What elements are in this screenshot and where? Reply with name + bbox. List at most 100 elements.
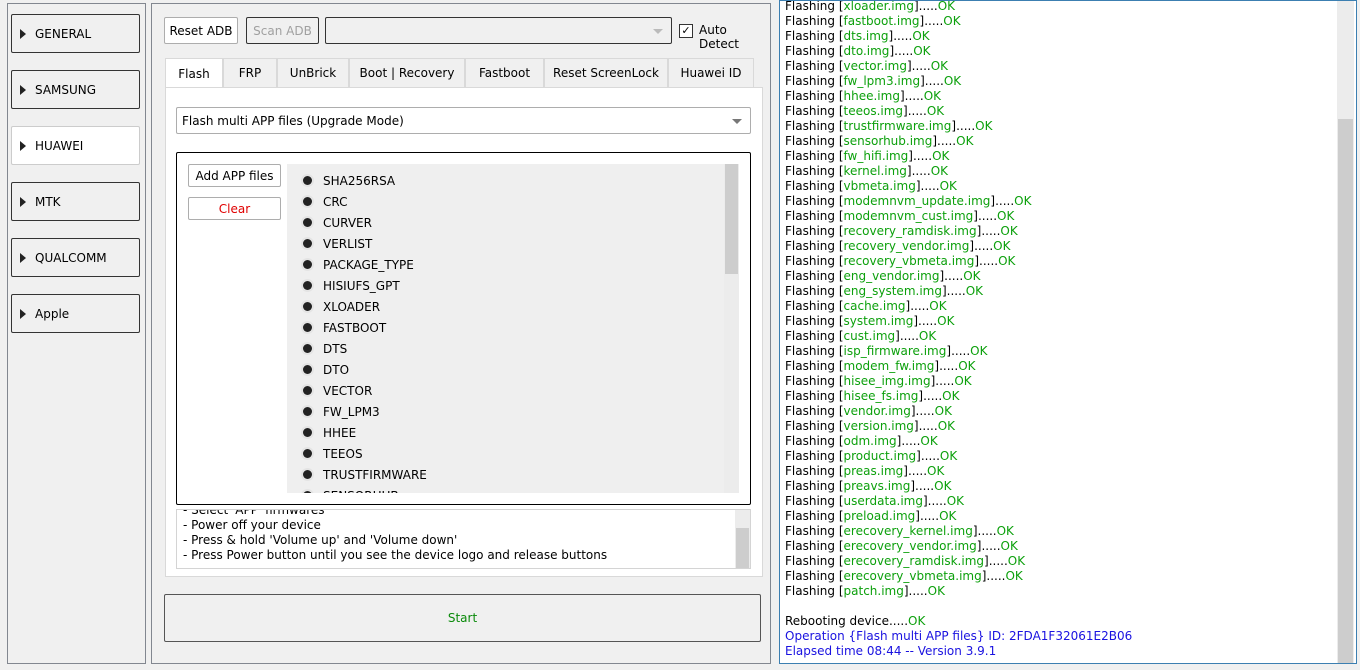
partition-label: VECTOR — [323, 383, 373, 398]
log-line: Flashing [isp_firmware.img].....OK — [785, 344, 988, 358]
scrollbar-thumb[interactable] — [1338, 119, 1353, 663]
partition-item[interactable]: SHA256RSA — [287, 170, 739, 191]
tab-unbrick[interactable]: UnBrick — [277, 58, 349, 87]
port-select[interactable] — [325, 17, 672, 44]
instructions-scrollbar[interactable] — [735, 510, 750, 568]
sidebar-item-label: HUAWEI — [35, 138, 84, 153]
log-filename: hisee_img.img — [843, 374, 931, 388]
scrollbar-thumb[interactable] — [736, 528, 749, 568]
partition-item[interactable]: TRUSTFIRMWARE — [287, 464, 739, 485]
sidebar-item-general[interactable]: GENERAL — [11, 14, 140, 53]
log-line: Flashing [recovery_ramdisk.img].....OK — [785, 224, 1018, 238]
log-status: OK — [939, 179, 957, 193]
log-filename: sensorhub.img — [843, 134, 933, 148]
partition-item[interactable]: VERLIST — [287, 233, 739, 254]
clear-button[interactable]: Clear — [188, 197, 281, 220]
log-filename: isp_firmware.img — [843, 344, 947, 358]
log-dots: ..... — [908, 584, 928, 598]
log-line: Flashing [dts.img].....OK — [785, 29, 930, 43]
tab-flash[interactable]: Flash — [165, 58, 223, 89]
caret-right-icon — [20, 308, 26, 319]
partition-item[interactable]: SENSORHUB — [287, 485, 739, 493]
log-operation-line: Operation {Flash multi APP files} ID: 2F… — [785, 629, 1133, 643]
instruction-line: - Power off your device — [183, 518, 321, 532]
partition-item[interactable]: VECTOR — [287, 380, 739, 401]
log-line: Flashing [fw_hifi.img].....OK — [785, 149, 950, 163]
log-prefix: Flashing — [785, 209, 839, 223]
log-status: OK — [946, 494, 965, 508]
log-prefix: Flashing — [785, 29, 839, 43]
log-dots: ..... — [977, 524, 997, 538]
auto-detect-checkbox[interactable]: ✓ — [679, 24, 693, 38]
partition-item[interactable]: XLOADER — [287, 296, 739, 317]
log-filename: cust.img — [843, 329, 896, 343]
partition-item[interactable]: DTO — [287, 359, 739, 380]
tab-huawei-id[interactable]: Huawei ID — [668, 58, 754, 87]
instruction-line: - Press & hold 'Volume up' and 'Volume d… — [183, 533, 458, 547]
start-button[interactable]: Start — [164, 594, 761, 642]
log-filename: recovery_vbmeta.img — [843, 254, 975, 268]
radio-icon — [303, 239, 312, 248]
log-status: OK — [937, 0, 956, 13]
brand-sidebar: GENERAL SAMSUNG HUAWEI MTK QUALCOMM Apple — [7, 3, 146, 664]
partition-item[interactable]: TEEOS — [287, 443, 739, 464]
sidebar-item-qualcomm[interactable]: QUALCOMM — [11, 238, 140, 277]
radio-icon — [303, 470, 312, 479]
reset-adb-button[interactable]: Reset ADB — [164, 17, 238, 44]
log-line: Flashing [product.img].....OK — [785, 449, 958, 463]
log-status: OK — [1000, 539, 1018, 553]
partition-item[interactable]: HISIUFS_GPT — [287, 275, 739, 296]
log-dots: ..... — [918, 0, 938, 13]
log-prefix: Flashing — [785, 524, 839, 538]
flash-mode-select[interactable]: Flash multi APP files (Upgrade Mode) — [176, 107, 751, 134]
log-dots: ..... — [920, 179, 940, 193]
log-line: Flashing [sensorhub.img].....OK — [785, 134, 974, 148]
scan-adb-button[interactable]: Scan ADB — [246, 17, 319, 44]
partition-item[interactable]: CURVER — [287, 212, 739, 233]
partition-item[interactable]: DTS — [287, 338, 739, 359]
log-prefix: Flashing — [785, 89, 839, 103]
log-prefix: Flashing — [785, 509, 839, 523]
partition-item[interactable]: CRC — [287, 191, 739, 212]
log-line: Flashing [eng_system.img].....OK — [785, 284, 984, 298]
tab-frp[interactable]: FRP — [223, 58, 277, 87]
log-line: Flashing [hisee_fs.img].....OK — [785, 389, 960, 403]
partition-label: DTO — [323, 362, 350, 377]
log-scrollbar[interactable] — [1337, 1, 1354, 663]
tab-fastboot[interactable]: Fastboot — [465, 58, 544, 87]
radio-icon — [303, 386, 312, 395]
log-prefix: Flashing — [785, 374, 839, 388]
partition-item[interactable]: PACKAGE_TYPE — [287, 254, 739, 275]
partition-label: HISIUFS_GPT — [323, 278, 400, 293]
sidebar-item-mtk[interactable]: MTK — [11, 182, 140, 221]
log-line: Flashing [vendor.img].....OK — [785, 404, 952, 418]
log-line: Flashing [kernel.img].....OK — [785, 164, 949, 178]
tab-reset-screenlock[interactable]: Reset ScreenLock — [544, 58, 668, 87]
sidebar-item-huawei[interactable]: HUAWEI — [11, 126, 140, 165]
log-line: Flashing [erecovery_vbmeta.img].....OK — [785, 569, 1023, 583]
instructions-box: - Select 'APP' firmwares - Power off you… — [176, 509, 751, 569]
add-app-files-button[interactable]: Add APP files — [188, 164, 281, 187]
log-status: OK — [958, 359, 976, 373]
log-dots: ..... — [907, 104, 927, 118]
log-line: Flashing [version.img].....OK — [785, 419, 956, 433]
log-line: Flashing [fastboot.img].....OK — [785, 14, 961, 28]
log-status: OK — [963, 269, 981, 283]
log-prefix: Flashing — [785, 449, 839, 463]
sidebar-item-apple[interactable]: Apple — [11, 294, 140, 333]
tab-boot-recovery[interactable]: Boot | Recovery — [349, 58, 465, 87]
log-line: Flashing [erecovery_ramdisk.img].....OK — [785, 554, 1026, 568]
scrollbar-thumb[interactable] — [725, 164, 738, 274]
log-status: OK — [912, 29, 930, 43]
log-filename: eng_vendor.img — [843, 269, 940, 283]
log-line: Flashing [patch.img].....OK — [785, 584, 945, 598]
log-line: Flashing [modemnvm_update.img].....OK — [785, 194, 1032, 208]
partition-item[interactable]: FASTBOOT — [287, 317, 739, 338]
log-line: Flashing [hhee.img].....OK — [785, 89, 942, 103]
log-filename: erecovery_vbmeta.img — [843, 569, 982, 583]
partition-item[interactable]: FW_LPM3 — [287, 401, 739, 422]
partition-item[interactable]: HHEE — [287, 422, 739, 443]
sidebar-item-samsung[interactable]: SAMSUNG — [11, 70, 140, 109]
partition-list-scrollbar[interactable] — [724, 164, 739, 493]
partition-label: PACKAGE_TYPE — [323, 257, 414, 272]
